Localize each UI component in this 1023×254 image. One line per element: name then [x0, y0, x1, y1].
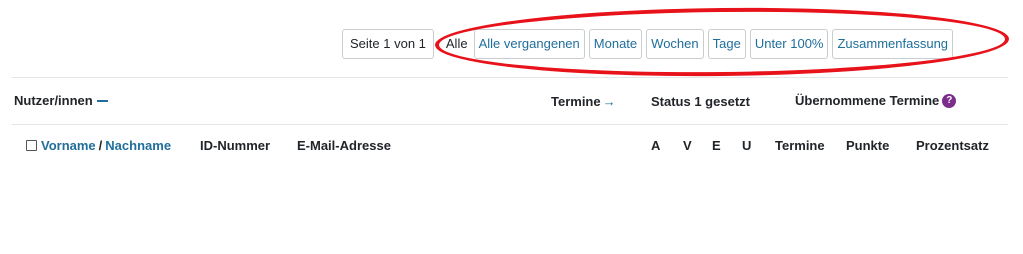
- filter-all-current: Alle: [445, 36, 468, 51]
- filter-wochen-button[interactable]: Wochen: [646, 29, 704, 59]
- help-icon[interactable]: ?: [942, 93, 957, 108]
- id-number-header: ID-Nummer: [200, 138, 271, 153]
- status-v-header: V: [683, 138, 692, 153]
- users-header-label: Nutzer/innen: [14, 93, 93, 108]
- termine-group-header[interactable]: Termine →: [551, 94, 616, 109]
- status-u-header: U: [742, 138, 752, 153]
- prozentsatz-column-header: Prozentsatz: [916, 138, 989, 153]
- filter-tage-button[interactable]: Tage: [707, 29, 746, 59]
- termine-column-header: Termine: [775, 138, 825, 153]
- sort-vorname-link[interactable]: Vorname: [41, 138, 96, 153]
- arrow-right-icon[interactable]: →: [603, 94, 616, 109]
- punkte-column-header: Punkte: [846, 138, 890, 153]
- name-sort-header: Vorname / Nachname: [26, 138, 171, 153]
- page-indicator: Seite 1 von 1: [342, 29, 434, 59]
- table-top-divider: [12, 77, 1008, 78]
- filter-bar: Alle Alle vergangenen Monate Wochen Tage…: [442, 29, 957, 59]
- minus-icon[interactable]: [96, 99, 108, 102]
- uebernommene-termine-label: Übernommene Termine: [795, 93, 940, 108]
- header-divider: [12, 124, 1008, 125]
- sort-nachname-link[interactable]: Nachname: [105, 138, 171, 153]
- attendance-report-page: Seite 1 von 1 Alle Alle vergangenen Mona…: [0, 0, 1023, 254]
- select-all-checkbox[interactable]: [26, 140, 37, 152]
- email-header: E-Mail-Adresse: [297, 138, 391, 153]
- termine-header-label: Termine: [551, 94, 601, 109]
- filter-unter-100-button[interactable]: Unter 100%: [749, 29, 829, 59]
- uebernommene-termine-header: Übernommene Termine?: [795, 93, 957, 108]
- filter-zusammenfassung-button[interactable]: Zusammenfassung: [832, 29, 954, 59]
- status-e-header: E: [712, 138, 721, 153]
- filter-monate-button[interactable]: Monate: [588, 29, 643, 59]
- toolbar: Seite 1 von 1 Alle Alle vergangenen Mona…: [342, 28, 957, 60]
- users-column-header[interactable]: Nutzer/innen: [14, 93, 108, 108]
- name-separator: /: [98, 138, 103, 153]
- filter-alle-vergangenen-button[interactable]: Alle vergangenen: [473, 29, 585, 59]
- status-set-header: Status 1 gesetzt: [651, 94, 750, 109]
- status-a-header: A: [651, 138, 661, 153]
